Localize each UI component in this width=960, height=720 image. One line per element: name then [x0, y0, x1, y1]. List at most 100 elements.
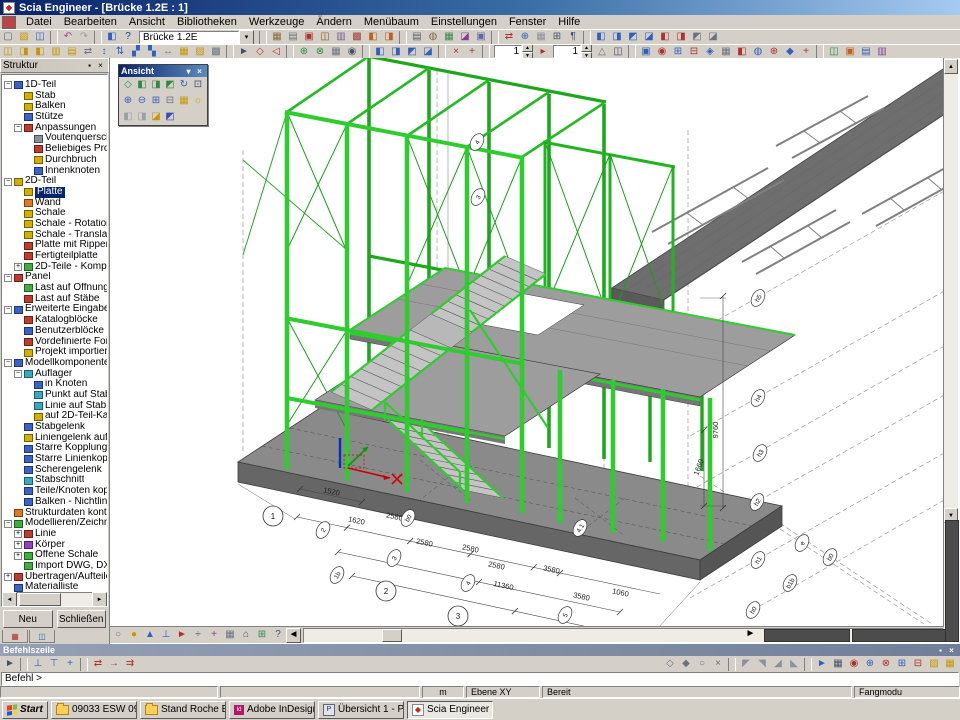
tree-item-wand[interactable]: Wand [2, 198, 107, 209]
view-z-button[interactable]: ◩ [163, 78, 177, 92]
snap-none-button[interactable]: × [710, 658, 726, 671]
coord-relative-button[interactable]: → [106, 658, 122, 671]
coordinate-info-button[interactable]: ◉ [344, 45, 360, 58]
scrollbar-thumb[interactable] [19, 593, 61, 606]
ucs-manager-button[interactable]: ▦ [328, 45, 344, 58]
combo-dropdown-icon[interactable]: ▾ [239, 30, 254, 45]
grid-toggle-button[interactable]: ▦ [222, 629, 238, 642]
redo-button[interactable]: ↷ [76, 31, 92, 44]
tree-item-projekt-importieren[interactable]: Projekt importieren ( [2, 347, 107, 358]
start-button[interactable]: Start [2, 701, 48, 719]
tree-item-schale-rotationsfli[interactable]: Schale - Rotationsfli [2, 219, 107, 230]
tree-item-auf-2d-teil-kante[interactable]: auf 2D-Teil-Kante [2, 411, 107, 422]
layer-spinner[interactable]: 1 ▲▼ [553, 44, 592, 59]
expand-icon[interactable]: + [4, 573, 12, 581]
snap-ortho-button[interactable]: ◆ [678, 658, 694, 671]
snap-intersection-button[interactable]: ◈ [702, 45, 718, 58]
help-button[interactable]: ? [120, 31, 136, 44]
print-button[interactable]: ▤ [409, 31, 425, 44]
invert-selection-button[interactable]: + [798, 45, 814, 58]
zoom-document-button[interactable]: ⊕ [517, 31, 533, 44]
view-side-button[interactable]: ◪ [705, 31, 721, 44]
project-combo[interactable]: Brücke 1.2E ▾ [139, 31, 254, 44]
task-button-09033-esw-09[interactable]: 09033 ESW 09 [51, 701, 137, 719]
tree-item-balken[interactable]: Balken [2, 101, 107, 112]
task-button-übersicht-1-paint[interactable]: PÜbersicht 1 - Paint [318, 701, 404, 719]
viewport-horizontal-scrollbar[interactable]: ► [303, 628, 944, 643]
scale-button[interactable]: ▥ [48, 45, 64, 58]
tree-item-platte-mit-rippen[interactable]: Platte mit Rippen [2, 240, 107, 251]
cursor-nw-button[interactable]: ◤ [738, 658, 754, 671]
snap-perpendicular-button[interactable]: ⊗ [878, 658, 894, 671]
chevron-down-icon[interactable]: ▾ [183, 66, 194, 77]
tree-item-linie[interactable]: +Linie [2, 529, 107, 540]
menu-werkzeuge[interactable]: Werkzeuge [243, 15, 310, 29]
tree-item-offene-schale[interactable]: +Offene Schale [2, 550, 107, 561]
offset-button[interactable]: ⇄ [80, 45, 96, 58]
scroll-right-icon[interactable]: ► [744, 629, 757, 640]
graphics-toggle-button[interactable]: ○ [110, 629, 126, 642]
menu-bearbeiten[interactable]: Bearbeiten [58, 15, 123, 29]
break-button[interactable]: ▞ [128, 45, 144, 58]
activity-filter-button[interactable]: ▸ [535, 45, 551, 58]
collapse-icon[interactable]: − [14, 370, 22, 378]
3d-model-area[interactable]: 1520162025802580258025803580113603580106… [110, 58, 960, 644]
picture-gallery-button[interactable]: ▣ [301, 31, 317, 44]
pin-icon[interactable]: ▪ [935, 645, 946, 656]
coord-absolute-button[interactable]: ⇄ [90, 658, 106, 671]
tree-item-vordefinierte-forme[interactable]: Vordefinierte Forme [2, 337, 107, 348]
tree-item-in-knoten[interactable]: in Knoten [2, 379, 107, 390]
cursor-se-button[interactable]: ◢ [770, 658, 786, 671]
paperspace-button[interactable]: ◧ [365, 31, 381, 44]
engineering-report-button[interactable]: ▤ [285, 31, 301, 44]
view-xy-button[interactable]: ◧ [593, 31, 609, 44]
expand-icon[interactable]: + [14, 530, 22, 538]
scrollbar-thumb[interactable] [382, 629, 402, 642]
collapse-icon[interactable]: − [4, 178, 12, 186]
display-tab-button[interactable]: ◫ [29, 630, 55, 643]
menu-ansicht[interactable]: Ansicht [123, 15, 171, 29]
cursor-ne-button[interactable]: ◥ [754, 658, 770, 671]
collapse-icon[interactable]: − [4, 359, 12, 367]
tree-item-voutenquerschni[interactable]: Voutenquerschni [2, 133, 107, 144]
tree-horizontal-scrollbar[interactable]: ◄ ► [2, 592, 107, 606]
tree-item-1d-teil[interactable]: −1D-Teil [2, 80, 107, 91]
select-previous-button[interactable]: ◍ [750, 45, 766, 58]
tree-item-auflager[interactable]: −Auflager [2, 369, 107, 380]
table-input-button[interactable]: ⊞ [549, 31, 565, 44]
tree-item-benutzerblöcke[interactable]: Benutzerblöcke [2, 326, 107, 337]
open-project-button[interactable]: ▨ [16, 31, 32, 44]
clipping-box-button[interactable]: ▦ [177, 94, 191, 108]
menu-fenster[interactable]: Fenster [503, 15, 552, 29]
grid-settings-button[interactable]: ▦ [942, 658, 958, 671]
project-combo-value[interactable]: Brücke 1.2E [139, 31, 239, 44]
new-window-button[interactable]: ◧ [104, 31, 120, 44]
render-hidden-button[interactable]: ▤ [858, 45, 874, 58]
task-button-adobe-indesign-c[interactable]: IdAdobe InDesign C... [229, 701, 315, 719]
snap-mid-button[interactable]: ⊞ [670, 45, 686, 58]
rotate-ucs-button[interactable]: ⊗ [312, 45, 328, 58]
view-palette-titlebar[interactable]: Ansicht ▾ × [119, 65, 207, 77]
menu-datei[interactable]: Datei [20, 15, 58, 29]
view-front-button[interactable]: ◧ [657, 31, 673, 44]
tree-item-modellieren-zeichnen[interactable]: −Modellieren/Zeichnen [2, 518, 107, 529]
tree-item-katalogblöcke[interactable]: Katalogblöcke [2, 315, 107, 326]
input-line-button[interactable]: ⊤ [46, 658, 62, 671]
view-axo-button[interactable]: ◪ [641, 31, 657, 44]
libraries-button[interactable]: ▦ [441, 31, 457, 44]
join-button[interactable]: ▚ [144, 45, 160, 58]
table-view-button[interactable]: ⊞ [254, 629, 270, 642]
viewport-vertical-scrollbar[interactable]: ▲ ▼ [943, 58, 958, 642]
perspective-button[interactable]: ◩ [163, 110, 177, 124]
paste-view-button[interactable]: ◨ [135, 110, 149, 124]
layer-spinner-value[interactable]: 1 [553, 45, 581, 58]
zoom-previous-button[interactable]: ⊟ [163, 94, 177, 108]
tree-item-fertigteilplatte[interactable]: Fertigteilplatte [2, 251, 107, 262]
new-project-button[interactable]: ▢ [0, 31, 16, 44]
task-button-stand-roche-esw[interactable]: Stand Roche ESW... [140, 701, 226, 719]
add-selection-button[interactable]: ⊕ [766, 45, 782, 58]
tree-item-balken-nichtlineari[interactable]: Balken - Nichtlineari [2, 497, 107, 508]
render-shaded-button[interactable]: ▣ [842, 45, 858, 58]
structure-tab-button[interactable]: ▦ [2, 630, 28, 643]
scroll-left-icon[interactable]: ◄ [286, 628, 301, 643]
